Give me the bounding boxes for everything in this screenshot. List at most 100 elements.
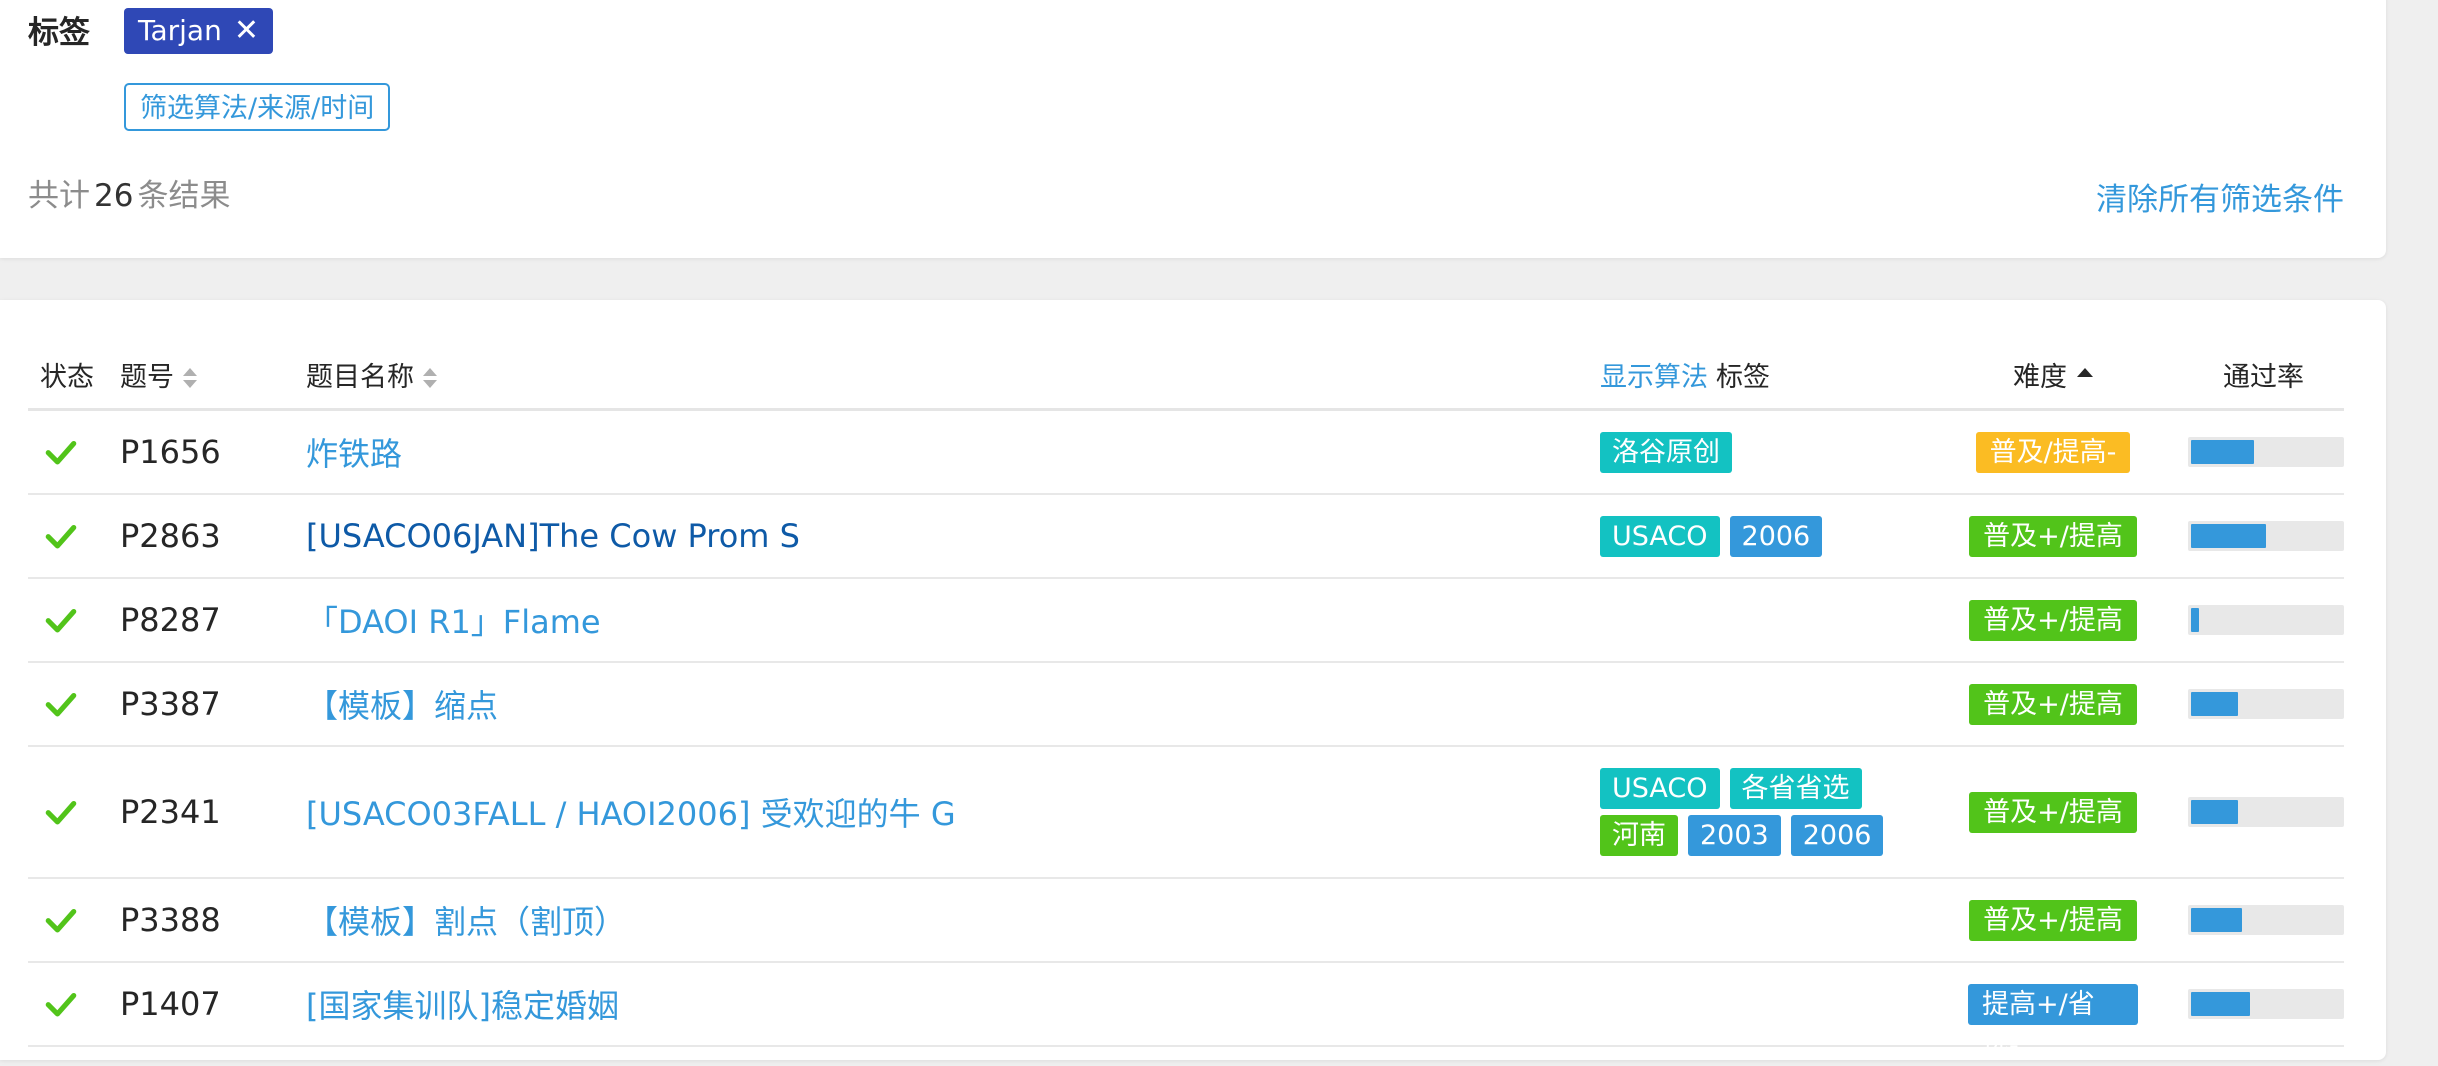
pass-rate-bar [2188,747,2344,877]
header-pid-label: 题号 [120,362,174,393]
difficulty-cell: 普及+/提高 [1968,747,2138,877]
difficulty-cell: 普及+/提高 [1968,495,2138,577]
show-algorithm-toggle[interactable]: 显示算法 [1600,348,1708,408]
progress-fill [2191,908,2242,932]
table-header: 状态 题号 题目名称 显示算法 标签 难度 通过率 [28,348,2344,411]
tag-badge[interactable]: 河南 [1600,815,1678,856]
header-tags-label: 标签 [1716,362,1770,393]
table-row[interactable]: P2863 [USACO06JAN]The Cow Prom S USACO 2006… [28,495,2344,579]
check-icon [44,879,80,961]
problem-title-link[interactable]: 【模板】缩点 [306,663,498,745]
difficulty-badge: 普及/提高- [1975,431,2131,473]
progress-track [2188,797,2344,827]
sort-icon[interactable] [422,366,438,390]
header-status: 状态 [40,362,94,393]
tag-badge[interactable]: 2006 [1729,515,1823,557]
pass-rate-bar [2188,963,2344,1045]
progress-track [2188,689,2344,719]
check-icon [44,963,80,1045]
tag-badge[interactable]: 洛谷原创 [1600,431,1732,473]
clear-filters-link[interactable]: 清除所有筛选条件 [2096,180,2344,220]
problem-title-link[interactable]: [国家集训队]稳定婚姻 [306,963,619,1045]
progress-track [2188,905,2344,935]
filter-options-button[interactable]: 筛选算法/来源/时间 [124,83,391,131]
table-row[interactable]: P8287 「DAOI R1」Flame 普及+/提高 [28,579,2344,663]
header-pid[interactable]: 题号 [120,348,198,408]
tag-badge[interactable]: 2003 [1688,815,1781,856]
table-row[interactable]: P3387 【模板】缩点 普及+/提高 [28,663,2344,747]
active-tag-chip[interactable]: Tarjan ✕ [124,8,273,54]
problem-tags [1600,879,1940,961]
difficulty-cell: 普及/提高- [1968,411,2138,493]
check-icon [44,579,80,661]
problem-list-panel: 状态 题号 题目名称 显示算法 标签 难度 通过率 P1656 炸铁路 洛谷原创 普及… [0,300,2386,1061]
problem-title-link[interactable]: [USACO06JAN]The Cow Prom S [306,495,800,577]
difficulty-cell: 普及+/提高 [1968,579,2138,661]
pass-rate-bar [2188,579,2344,661]
close-icon[interactable]: ✕ [234,8,259,54]
difficulty-badge: 普及+/提高 [1969,683,2137,725]
difficulty-badge: 普及+/提高 [1969,791,2137,833]
difficulty-cell: 普及+/提高 [1968,879,2138,961]
tag-badge[interactable]: USACO [1600,768,1720,809]
tag-badge[interactable]: USACO [1600,515,1720,557]
problem-id: P3387 [120,685,221,723]
sort-asc-icon[interactable] [2077,367,2093,377]
header-pass-rate: 通过率 [2223,362,2304,393]
check-icon [44,495,80,577]
header-name[interactable]: 题目名称 [306,348,438,408]
result-suffix: 条结果 [137,178,231,214]
difficulty-cell: 提高+/省选- [1968,963,2138,1061]
problem-id: P8287 [120,601,221,639]
header-difficulty[interactable]: 难度 [2013,348,2093,408]
problem-tags: 洛谷原创 [1600,411,1940,493]
progress-track [2188,521,2344,551]
problem-title-link[interactable]: 「DAOI R1」Flame [306,579,601,661]
progress-track [2188,605,2344,635]
progress-fill [2191,608,2199,632]
problem-title-link[interactable]: 【模板】割点（割顶） [306,879,626,961]
problem-tags [1600,963,1940,1045]
problem-id: P1407 [120,985,221,1023]
table-row[interactable]: P3388 【模板】割点（割顶） 普及+/提高 [28,879,2344,963]
tag-badge[interactable]: 各省省选 [1729,768,1862,809]
sort-icon[interactable] [182,366,198,390]
problem-title-link[interactable]: 炸铁路 [306,411,402,493]
active-tag-label: Tarjan [138,14,222,47]
progress-fill [2191,992,2250,1016]
difficulty-badge: 普及+/提高 [1969,599,2137,641]
pass-rate-bar [2188,411,2344,493]
filter-panel: 标签 Tarjan ✕ 筛选算法/来源/时间 共计 26 条结果 清除所有筛选条件 [0,0,2386,258]
header-tags: 显示算法 标签 [1600,348,1770,408]
header-name-label: 题目名称 [306,362,414,393]
problem-tags [1600,579,1940,661]
result-prefix: 共计 [28,178,90,214]
problem-tags: USACO 各省省选河南 2003 2006 [1600,747,1940,877]
problem-id: P2341 [120,793,221,831]
table-row[interactable]: P1656 炸铁路 洛谷原创 普及/提高- [28,411,2344,495]
difficulty-cell: 普及+/提高 [1968,663,2138,745]
problem-tags: USACO 2006 [1600,495,1940,577]
result-number: 26 [94,178,134,214]
problem-title-link[interactable]: [USACO03FALL / HAOI2006] 受欢迎的牛 G [306,747,956,877]
check-icon [44,663,80,745]
pass-rate-bar [2188,495,2344,577]
table-row[interactable]: P1407 [国家集训队]稳定婚姻 提高+/省选- [28,963,2344,1061]
header-difficulty-label: 难度 [2013,362,2067,393]
tag-badge[interactable]: 2006 [1790,815,1884,856]
pass-rate-bar [2188,879,2344,961]
progress-fill [2191,800,2238,824]
progress-fill [2191,440,2254,464]
problem-tags [1600,663,1940,745]
problem-id: P2863 [120,517,221,555]
check-icon [44,747,80,877]
difficulty-badge: 普及+/提高 [1969,899,2137,941]
table-row[interactable]: P2341 [USACO03FALL / HAOI2006] 受欢迎的牛 G USA… [28,747,2344,879]
progress-fill [2191,692,2238,716]
difficulty-badge: 提高+/省选- [1968,983,2138,1061]
result-count: 共计 26 条结果 [28,176,230,216]
progress-track [2188,989,2344,1019]
check-icon [44,411,80,493]
pass-rate-bar [2188,663,2344,745]
problem-id: P1656 [120,433,221,471]
